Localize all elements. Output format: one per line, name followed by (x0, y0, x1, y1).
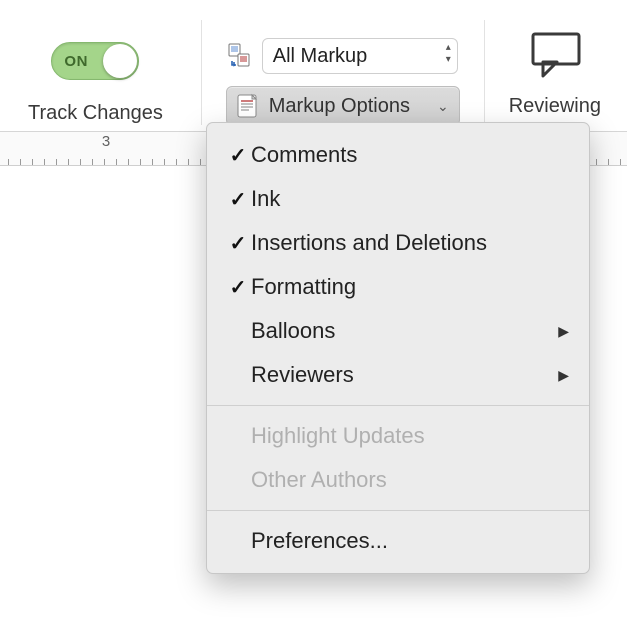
menu-item-label: Balloons (251, 318, 558, 344)
toggle-knob (103, 44, 137, 78)
display-for-review-row: All Markup ▴▾ (226, 36, 460, 76)
group-reviewing[interactable]: Reviewing (509, 14, 613, 118)
display-for-review-combo[interactable]: All Markup ▴▾ (262, 38, 458, 74)
menu-separator (207, 405, 589, 406)
menu-item-other-authors: Other Authors (207, 458, 589, 502)
ruler-number: 3 (102, 133, 110, 150)
submenu-arrow-icon: ▶ (558, 367, 569, 384)
chevron-down-icon: ⌄ (437, 98, 449, 115)
group-divider (484, 20, 485, 125)
submenu-arrow-icon: ▶ (558, 323, 569, 340)
ribbon: ON Track Changes (0, 0, 627, 132)
display-for-review-value: All Markup (273, 45, 444, 68)
markup-options-button[interactable]: Markup Options ⌄ (226, 86, 460, 126)
markup-options-icon (233, 92, 261, 120)
markup-options-menu: ✓Comments✓Ink✓Insertions and Deletions✓F… (206, 122, 590, 574)
toggle-on-label: ON (64, 53, 88, 70)
menu-item-comments[interactable]: ✓Comments (207, 133, 589, 177)
menu-item-label: Preferences... (251, 528, 569, 554)
menu-item-label: Other Authors (251, 467, 569, 493)
menu-item-label: Reviewers (251, 362, 558, 388)
menu-item-label: Highlight Updates (251, 423, 569, 449)
markup-options-label: Markup Options (269, 95, 410, 118)
menu-item-label: Ink (251, 186, 569, 212)
group-divider (201, 20, 202, 125)
menu-item-insertions-and-deletions[interactable]: ✓Insertions and Deletions (207, 221, 589, 265)
menu-item-preferences[interactable]: Preferences... (207, 519, 589, 563)
menu-item-highlight-updates: Highlight Updates (207, 414, 589, 458)
display-for-review-icon (226, 42, 254, 70)
group-markup: All Markup ▴▾ Markup Options ⌄ (226, 14, 460, 126)
menu-item-label: Comments (251, 142, 569, 168)
check-icon: ✓ (225, 187, 251, 212)
reviewing-caption: Reviewing (509, 95, 601, 118)
menu-item-label: Insertions and Deletions (251, 230, 569, 256)
menu-item-balloons[interactable]: Balloons▶ (207, 309, 589, 353)
menu-item-reviewers[interactable]: Reviewers▶ (207, 353, 589, 397)
menu-item-formatting[interactable]: ✓Formatting (207, 265, 589, 309)
track-changes-toggle[interactable]: ON (51, 42, 139, 80)
group-track-changes: ON Track Changes (14, 14, 177, 125)
track-changes-caption: Track Changes (28, 102, 163, 125)
check-icon: ✓ (225, 275, 251, 300)
reviewing-pane-icon (519, 26, 591, 87)
menu-item-ink[interactable]: ✓Ink (207, 177, 589, 221)
check-icon: ✓ (225, 231, 251, 256)
menu-separator (207, 510, 589, 511)
menu-item-label: Formatting (251, 274, 569, 300)
check-icon: ✓ (225, 143, 251, 168)
stepper-icon[interactable]: ▴▾ (444, 44, 453, 68)
